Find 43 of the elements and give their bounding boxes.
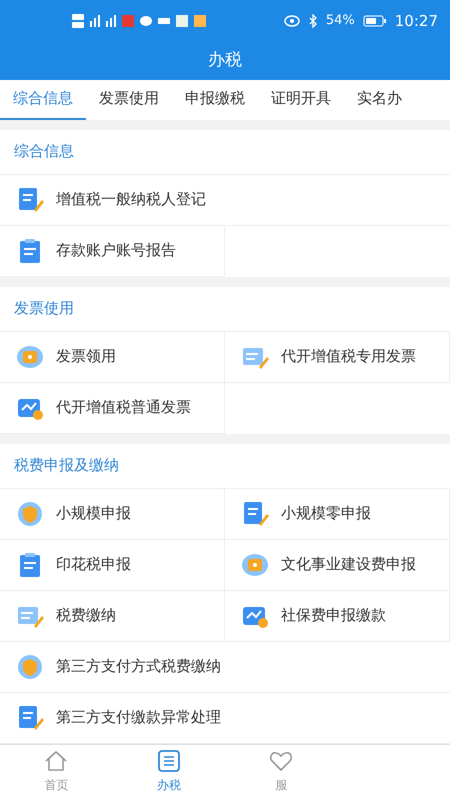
heart-icon xyxy=(269,750,294,772)
home-icon xyxy=(44,750,68,772)
edit-document-icon xyxy=(241,500,269,528)
tab[interactable]: 实名办 xyxy=(344,80,415,120)
service-item[interactable]: 存款账户账号报告 xyxy=(0,226,225,277)
eye-icon xyxy=(284,15,300,27)
edit-document-icon xyxy=(16,704,44,732)
tab[interactable]: 综合信息 xyxy=(0,80,86,120)
tab[interactable]: 发票使用 xyxy=(86,80,172,120)
service-item[interactable]: 第三方支付方式税费缴纳 xyxy=(0,642,450,693)
chat-bubble-icon xyxy=(140,16,152,26)
service-item[interactable]: 印花税申报 xyxy=(0,540,225,591)
service-item[interactable]: 小规模申报 xyxy=(0,488,225,540)
shield-icon xyxy=(16,500,44,528)
section-title: 发票使用 xyxy=(14,298,74,320)
service-item[interactable]: 增值税一般纳税人登记 xyxy=(0,174,450,226)
service-item[interactable]: 发票领用 xyxy=(0,332,225,383)
service-item[interactable]: 小规模零申报 xyxy=(225,488,450,540)
bluetooth-icon xyxy=(308,14,318,28)
app-notification-icon xyxy=(158,18,170,24)
section-title: 税费申报及缴纳 xyxy=(14,455,119,476)
service-item[interactable]: 税费缴纳 xyxy=(0,590,225,642)
service-item[interactable]: 社保费申报缴款 xyxy=(225,590,450,642)
section-title: 综合信息 xyxy=(14,141,74,162)
signal-icon xyxy=(90,15,100,27)
tab[interactable]: 证明开具 xyxy=(258,80,344,120)
battery-icon xyxy=(362,15,387,27)
battery-percent: 54% xyxy=(326,12,355,30)
app-notification-icon xyxy=(176,15,188,27)
sim-icon xyxy=(72,14,84,28)
app-notification-icon xyxy=(194,15,206,27)
list-icon xyxy=(156,750,181,772)
signal-icon xyxy=(106,15,116,27)
shield-icon xyxy=(16,652,44,681)
nav-tab[interactable]: 办税 xyxy=(112,744,225,800)
service-item[interactable]: 文化事业建设费申报 xyxy=(225,540,450,591)
tab[interactable]: 申报缴税 xyxy=(172,80,258,120)
page-title: 办税 xyxy=(208,49,242,72)
service-item[interactable]: 代开增值税专用发票 xyxy=(225,332,450,383)
clock-time: 10:27 xyxy=(394,10,438,32)
app-notification-icon xyxy=(122,15,134,27)
service-item[interactable]: 代开增值税普通发票 xyxy=(0,382,225,434)
edit-document-icon xyxy=(16,186,44,214)
